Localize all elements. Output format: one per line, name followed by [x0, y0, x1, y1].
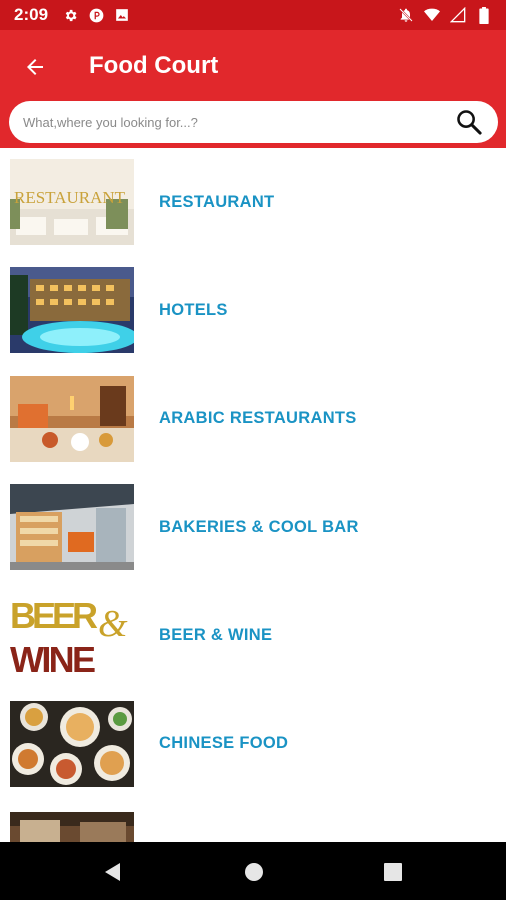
list-item-label: HOTELS — [159, 300, 228, 319]
settings-icon — [62, 7, 78, 23]
nav-recents-button[interactable] — [382, 861, 404, 883]
ampersand-thumb-text: & — [98, 603, 128, 645]
list-item-hotels[interactable]: HOTELS — [0, 256, 506, 364]
page-title: Food Court — [89, 52, 219, 79]
list-item-label: CHINESE FOOD — [159, 734, 289, 753]
list-item-restaurant[interactable]: RESTAURANT RESTAURANT — [0, 148, 506, 256]
system-nav-bar — [0, 842, 506, 900]
search-button[interactable] — [454, 107, 484, 137]
search-icon — [457, 110, 482, 135]
list-item-label: BAKERIES & COOL BAR — [159, 517, 359, 536]
beer-thumb-text: BEER — [10, 595, 98, 636]
chinese-food-thumbnail — [10, 700, 134, 787]
arrow-back-icon — [27, 59, 43, 75]
parking-icon — [88, 7, 104, 23]
list-item-arabic-restaurants[interactable]: ARABIC RESTAURANTS — [0, 365, 506, 473]
search-input[interactable] — [23, 114, 454, 130]
signal-icon — [450, 7, 466, 23]
hotels-thumbnail — [10, 267, 134, 354]
list-item-label: ARABIC RESTAURANTS — [159, 409, 357, 428]
partial-thumbnail — [10, 811, 134, 842]
restaurant-thumbnail: RESTAURANT — [10, 159, 134, 246]
home-circle-icon — [245, 863, 263, 881]
beer-wine-thumbnail: BEER & WINE — [10, 592, 134, 679]
back-button[interactable] — [18, 50, 52, 84]
category-list: RESTAURANT RESTAURANT HOTELS ARABIC REST… — [0, 148, 506, 842]
wine-thumb-text: WINE — [10, 639, 96, 678]
status-bar: 2:09 — [0, 0, 506, 30]
battery-icon — [476, 6, 492, 24]
bakeries-thumbnail — [10, 484, 134, 571]
restaurant-thumb-text: RESTAURANT — [14, 188, 126, 207]
back-triangle-icon — [105, 863, 120, 881]
app-bar: Food Court — [0, 30, 506, 148]
list-item-partial[interactable] — [0, 798, 506, 842]
recents-square-icon — [384, 863, 402, 881]
list-item-label: BEER & WINE — [159, 625, 273, 644]
list-item-label: RESTAURANT — [159, 192, 275, 211]
search-bar — [9, 101, 498, 143]
arabic-restaurants-thumbnail — [10, 375, 134, 462]
status-time: 2:09 — [14, 5, 49, 24]
list-item-chinese-food[interactable]: CHINESE FOOD — [0, 689, 506, 797]
nav-home-button[interactable] — [243, 861, 265, 883]
notifications-off-icon — [398, 7, 414, 23]
nav-back-button[interactable] — [102, 861, 124, 883]
list-item-bakeries-cool-bar[interactable]: BAKERIES & COOL BAR — [0, 473, 506, 581]
list-item-beer-wine[interactable]: BEER & WINE BEER & WINE — [0, 581, 506, 689]
wifi-icon — [424, 7, 440, 23]
image-icon — [114, 7, 130, 23]
